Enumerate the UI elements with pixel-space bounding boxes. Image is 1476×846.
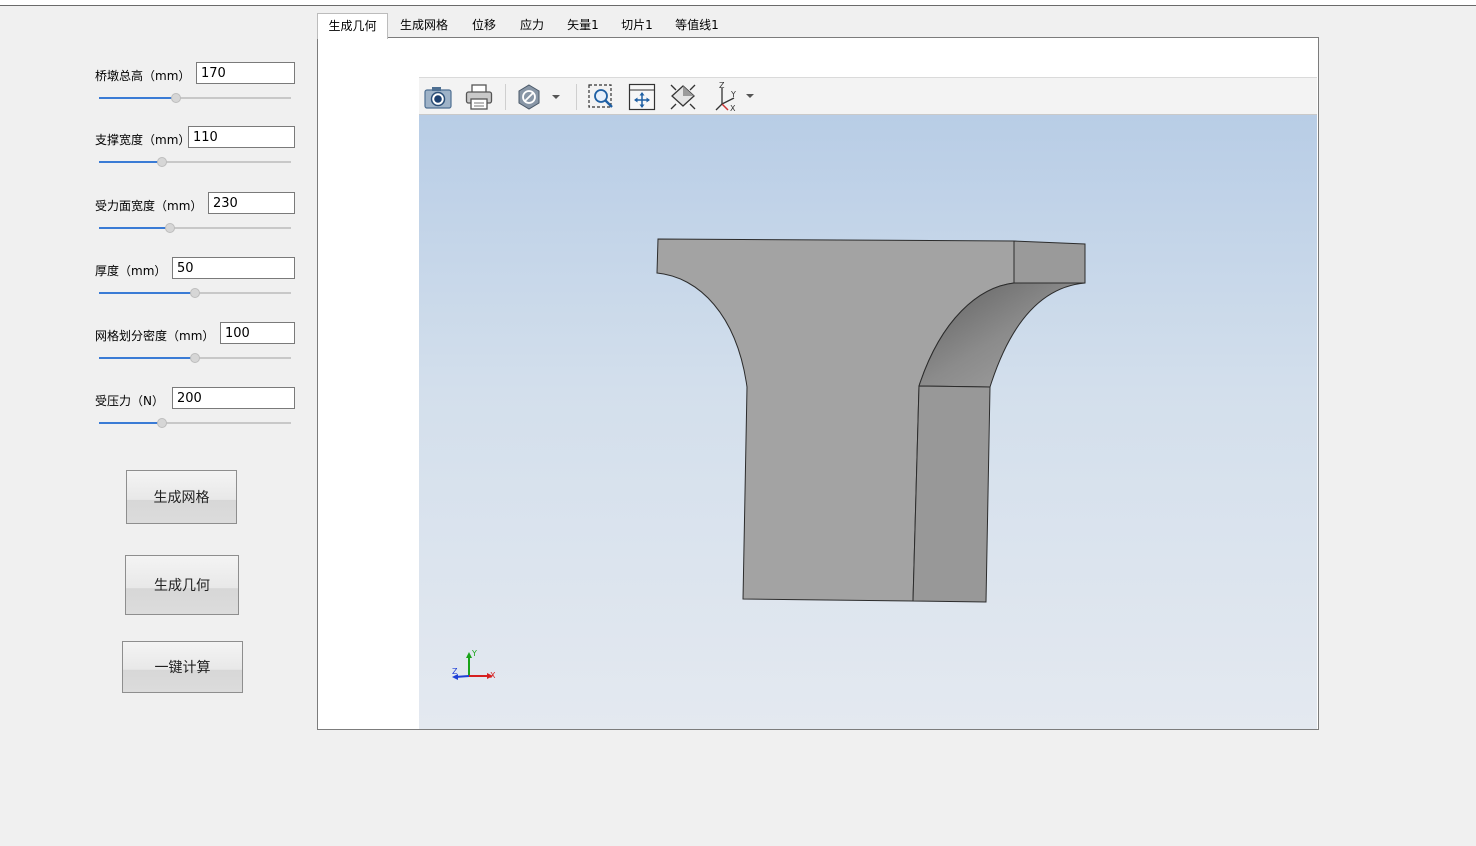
param-label-load-face-width: 受力面宽度（mm） xyxy=(95,199,203,213)
view-axis-y-label: Y xyxy=(730,90,736,99)
load-face-width-slider[interactable] xyxy=(99,222,291,234)
thickness-input[interactable] xyxy=(172,257,295,279)
support-width-input[interactable] xyxy=(188,126,295,148)
load-face-width-input[interactable] xyxy=(208,192,295,214)
slider-handle[interactable] xyxy=(165,223,176,233)
triad-y-label: Y xyxy=(471,649,477,658)
param-label-mesh-density: 网格划分密度（mm） xyxy=(95,329,215,343)
support-width-slider[interactable] xyxy=(99,156,291,168)
print-icon[interactable] xyxy=(464,82,494,112)
view-axis-z-label: Z xyxy=(719,82,725,90)
pressure-input[interactable] xyxy=(172,387,295,409)
tab-displacement[interactable]: 位移 xyxy=(465,13,503,38)
display-mode-icon[interactable] xyxy=(515,82,565,112)
triad-x-label: X xyxy=(490,671,496,680)
slider-handle[interactable] xyxy=(157,157,168,167)
axes-view-icon[interactable]: Z Y X xyxy=(711,82,759,112)
render-canvas[interactable]: Y X Z xyxy=(419,115,1317,729)
thickness-slider[interactable] xyxy=(99,287,291,299)
pressure-slider[interactable] xyxy=(99,417,291,429)
param-label-support-width: 支撑宽度（mm） xyxy=(95,133,191,147)
slider-handle[interactable] xyxy=(190,353,200,363)
tab-geometry[interactable]: 生成几何 xyxy=(317,13,388,39)
tab-slice[interactable]: 切片1 xyxy=(615,13,659,38)
slider-handle[interactable] xyxy=(157,418,168,428)
mesh-density-input[interactable] xyxy=(220,322,295,344)
fit-all-icon[interactable] xyxy=(627,82,657,112)
viewer-toolbar: Z Y X xyxy=(419,77,1317,115)
tab-contour[interactable]: 等值线1 xyxy=(669,13,725,38)
isometric-view-icon[interactable] xyxy=(668,82,698,112)
param-label-pier-height: 桥墩总高（mm） xyxy=(95,69,191,83)
tab-mesh[interactable]: 生成网格 xyxy=(393,13,455,38)
param-label-thickness: 厚度（mm） xyxy=(95,264,167,278)
tab-vector[interactable]: 矢量1 xyxy=(561,13,605,38)
pier-height-input[interactable] xyxy=(196,62,295,84)
generate-geometry-button[interactable]: 生成几何 xyxy=(125,555,239,615)
triad-z-label: Z xyxy=(452,667,458,676)
tab-stress[interactable]: 应力 xyxy=(513,13,551,38)
param-label-pressure: 受压力（N） xyxy=(95,394,164,408)
slider-handle[interactable] xyxy=(170,93,181,103)
window-top-border xyxy=(0,5,1476,6)
view-axis-x-label: X xyxy=(730,104,736,112)
bridge-pier-model xyxy=(656,238,1086,603)
generate-mesh-button[interactable]: 生成网格 xyxy=(126,470,237,524)
zoom-box-icon[interactable] xyxy=(586,82,616,112)
mesh-density-slider[interactable] xyxy=(99,352,291,364)
axis-triad: Y X Z xyxy=(452,649,496,680)
compute-button[interactable]: 一键计算 xyxy=(122,641,243,693)
camera-icon[interactable] xyxy=(423,82,453,112)
model-viewer: Z Y X Y X Z xyxy=(419,77,1317,729)
slider-handle[interactable] xyxy=(190,288,200,298)
pier-height-slider[interactable] xyxy=(99,92,291,104)
